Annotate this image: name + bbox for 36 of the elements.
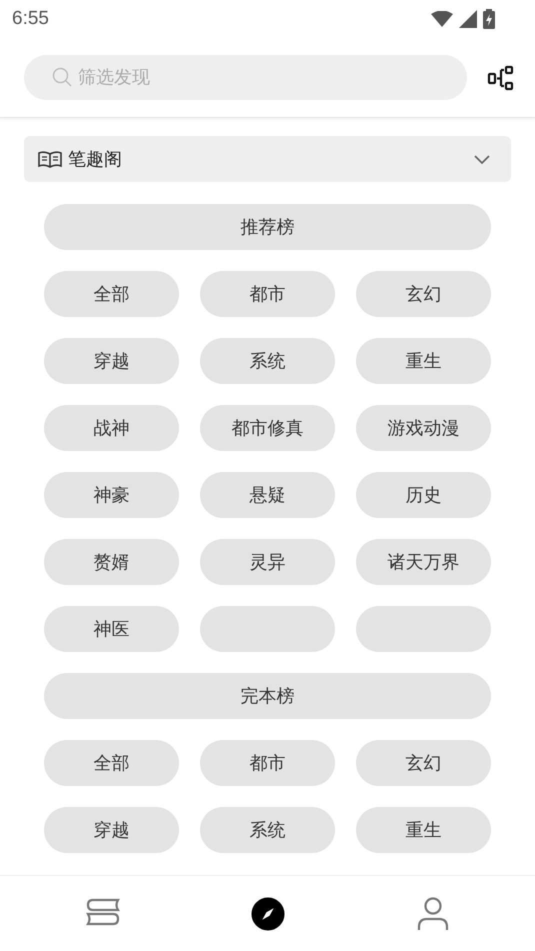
book-icon bbox=[38, 150, 62, 168]
category-tag[interactable]: 神医 bbox=[44, 606, 179, 652]
category-tag[interactable]: 战神 bbox=[44, 405, 179, 451]
category-tag[interactable]: 诸天万界 bbox=[356, 539, 491, 585]
source-name: 笔趣阁 bbox=[68, 148, 123, 171]
category-tag[interactable]: 灵异 bbox=[200, 539, 335, 585]
category-tag[interactable]: 都市 bbox=[200, 271, 335, 317]
category-tag[interactable]: 全部 bbox=[44, 740, 179, 786]
category-tag[interactable]: 历史 bbox=[356, 472, 491, 518]
source-dropdown[interactable]: 笔趣阁 bbox=[24, 136, 511, 182]
category-tag[interactable]: 悬疑 bbox=[200, 472, 335, 518]
search-field[interactable]: 筛选发现 bbox=[24, 55, 467, 100]
category-tag[interactable]: 重生 bbox=[356, 338, 491, 384]
search-icon bbox=[52, 67, 72, 87]
signal-icon bbox=[459, 10, 477, 28]
tree-icon[interactable] bbox=[487, 64, 515, 92]
category-tag[interactable]: 玄幻 bbox=[356, 271, 491, 317]
category-tag[interactable]: 系统 bbox=[200, 338, 335, 384]
category-title[interactable]: 推荐榜 bbox=[44, 204, 491, 250]
category-tag[interactable]: 穿越 bbox=[44, 338, 179, 384]
category-tag[interactable]: 玄幻 bbox=[356, 740, 491, 786]
category-tag[interactable]: 游戏动漫 bbox=[356, 405, 491, 451]
profile-icon[interactable] bbox=[416, 896, 448, 930]
compass-icon[interactable] bbox=[250, 896, 284, 930]
category-tag[interactable]: 全部 bbox=[44, 271, 179, 317]
category-tag[interactable]: 都市 bbox=[200, 740, 335, 786]
category-tag[interactable]: 穿越 bbox=[44, 807, 179, 853]
battery-icon bbox=[483, 9, 495, 29]
category-tag[interactable]: 都市修真 bbox=[200, 405, 335, 451]
wifi-icon bbox=[431, 11, 453, 27]
category-tag[interactable]: 重生 bbox=[356, 807, 491, 853]
status-time: 6:55 bbox=[12, 8, 49, 30]
category-tag[interactable]: 赘婿 bbox=[44, 539, 179, 585]
category-tag[interactable]: 神豪 bbox=[44, 472, 179, 518]
category-tag[interactable]: 系统 bbox=[200, 807, 335, 853]
category-title[interactable]: 完本榜 bbox=[44, 673, 491, 719]
